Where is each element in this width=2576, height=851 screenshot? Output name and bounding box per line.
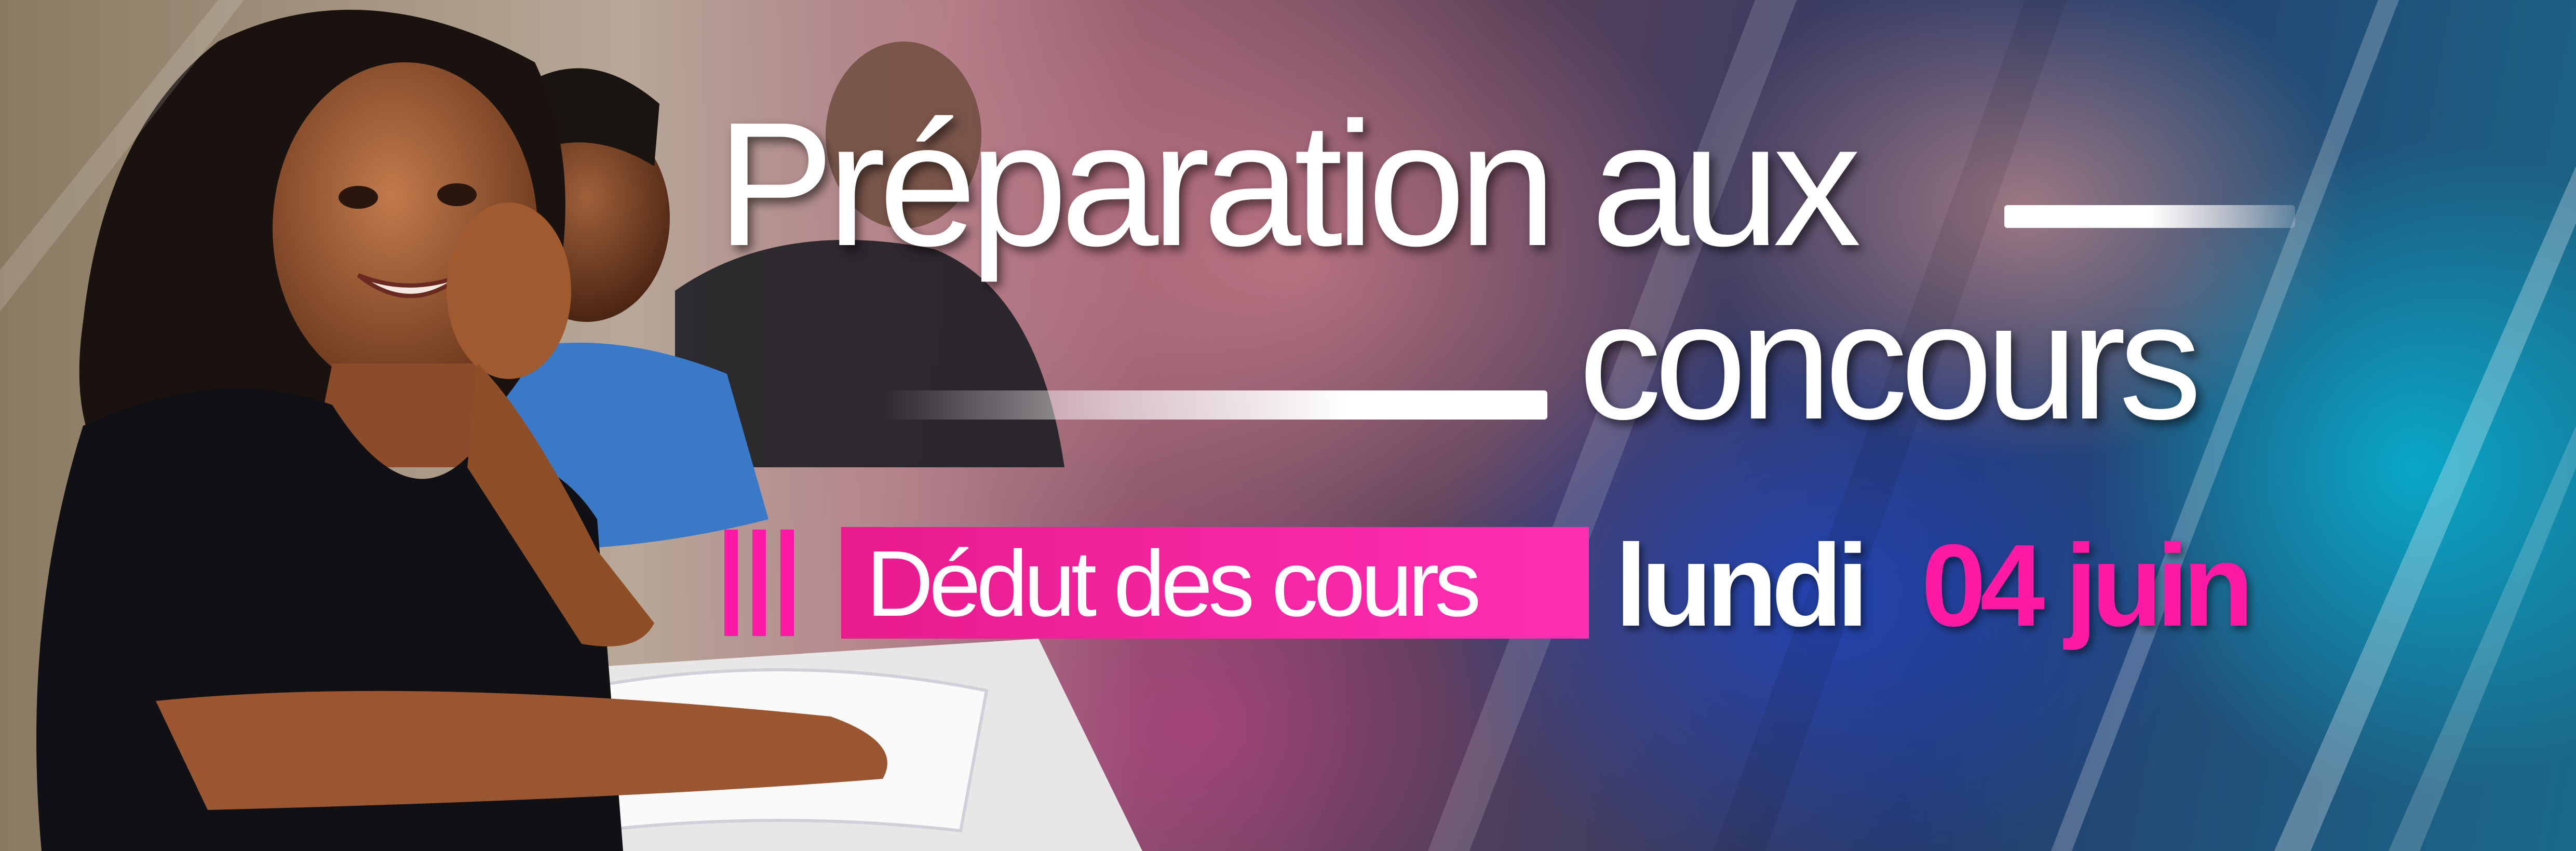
tick-mark — [724, 530, 738, 636]
decorative-bar-middle — [883, 390, 1547, 420]
headline-line-1: Préparation aux — [717, 86, 1861, 283]
start-date: 04 juin — [1921, 520, 2254, 651]
headline-line-2: concours — [1579, 268, 2202, 454]
start-label: Dédut des cours — [866, 532, 1481, 636]
tick-mark — [780, 530, 794, 636]
promo-banner: Préparation aux concours Dédut des cours… — [0, 0, 2576, 851]
tick-mark — [752, 530, 766, 636]
pink-tick-marks — [724, 530, 794, 636]
decorative-bar-top — [2004, 205, 2295, 228]
start-day: lundi — [1615, 520, 1869, 651]
